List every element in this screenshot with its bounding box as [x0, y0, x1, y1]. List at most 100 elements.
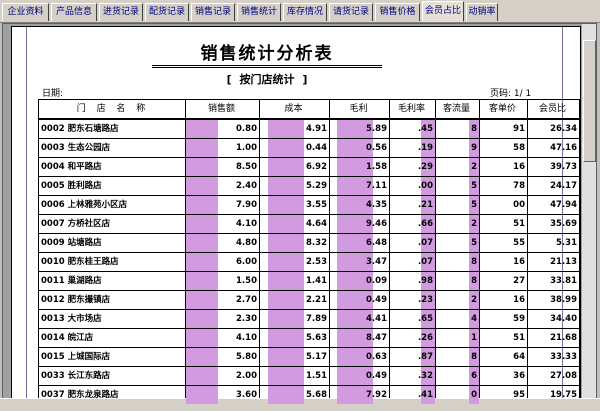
report-preview-area[interactable]: 销售统计分析表 [ 按门店统计 ] 日期: 页码: 1/ 1 门 店 名 称销售… — [2, 23, 597, 410]
table-row[interactable]: 0011 巢湖路店 1.50 1.41 0.09 .98 8 27 33.81 — [39, 272, 579, 291]
cell-member-ratio: 33.81 — [528, 272, 579, 290]
tab-product-info[interactable]: 产品信息 — [51, 3, 97, 21]
cell-gross-margin: .21 — [390, 196, 436, 214]
cell-value: 0014 皖江店 — [41, 333, 94, 343]
cell-value: 5.80 — [236, 352, 257, 362]
cell-gross-profit: 0.09 — [330, 272, 390, 290]
header-cost: 成本 — [260, 100, 330, 118]
cell-cost: 4.91 — [260, 120, 330, 138]
cell-sales-amount: 2.70 — [186, 291, 260, 309]
scrollbar-thumb[interactable] — [583, 40, 596, 162]
tab-distribution-records[interactable]: 配货记录 — [145, 3, 189, 21]
table-row[interactable]: 0009 站塘路店 4.80 8.32 6.48.07 5 55 5.31 — [39, 234, 579, 253]
tab-member-ratio[interactable]: 会员占比 — [422, 1, 464, 22]
cell-value: 0003 生态公园店 — [41, 143, 111, 153]
cell-value: 24.17 — [550, 181, 577, 191]
cell-gross-margin: .07 — [390, 253, 436, 271]
highlight-band — [186, 234, 218, 252]
cell-sales-amount: 1.50 — [186, 272, 260, 290]
tab-purchase-records[interactable]: 进货记录 — [99, 3, 143, 21]
header-gross-profit: 毛利 — [330, 100, 390, 118]
cell-member-ratio: 47.16 — [528, 139, 579, 157]
cell-cost: 5.63 — [260, 329, 330, 347]
report-sheet: 销售统计分析表 [ 按门店统计 ] 日期: 页码: 1/ 1 门 店 名 称销售… — [11, 26, 581, 409]
cell-cost: 5.29 — [260, 177, 330, 195]
cell-value: 4.35 — [366, 200, 387, 210]
header-avg-ticket: 客单价 — [480, 100, 528, 118]
cell-value: 7.90 — [236, 200, 257, 210]
highlight-band — [186, 120, 218, 138]
highlight-band — [186, 158, 218, 176]
cell-value: 7.92 — [366, 390, 387, 400]
cell-member-ratio: 33.33 — [528, 348, 579, 366]
cell-traffic: 8 — [436, 120, 480, 138]
cell-value: 2 — [471, 162, 477, 172]
cell-value: 9 — [471, 143, 477, 153]
tab-request-records[interactable]: 请货记录 — [329, 3, 373, 21]
highlight-band — [268, 386, 304, 404]
table-row[interactable]: 0033 长江东路店 2.00 1.51 0.49 .32 6 36 27.08 — [39, 367, 579, 386]
table-row[interactable]: 0005 胜利路店 2.40 5.29 7.11 .00 5 78 24.17 — [39, 177, 579, 196]
tab-sales-records[interactable]: 销售记录 — [191, 3, 235, 21]
cell-gross-margin: .32 — [390, 367, 436, 385]
cell-value: 2.00 — [236, 371, 257, 381]
cell-sales-amount: 7.90 — [186, 196, 260, 214]
cell-gross-profit: 5.89 — [330, 120, 390, 138]
cell-sales-amount: 6.00 — [186, 253, 260, 271]
title-underline — [152, 65, 382, 66]
cell-store-name: 0009 站塘路店 — [39, 234, 186, 252]
cell-traffic: 2 — [436, 158, 480, 176]
highlight-band — [268, 329, 304, 347]
cell-value: 4.41 — [366, 314, 387, 324]
cell-value: 1.58 — [366, 162, 387, 172]
cell-avg-ticket: 27 — [480, 272, 528, 290]
vertical-scrollbar[interactable] — [581, 24, 596, 409]
page-number-label: 页码: 1/ 1 — [490, 89, 532, 99]
cell-value: 6.48 — [366, 238, 387, 248]
table-row[interactable]: 0007 方桥社区店 4.10 4.64 9.46 .66 2 51 35.69 — [39, 215, 579, 234]
cell-value: 5.29 — [306, 181, 327, 191]
tab-inventory[interactable]: 库存情况 — [283, 3, 327, 21]
tab-sales-statistics[interactable]: 销售统计 — [237, 3, 281, 21]
cell-value: 39.73 — [550, 162, 577, 172]
cell-gross-margin: .98 — [390, 272, 436, 290]
cell-gross-profit: 4.35 — [330, 196, 390, 214]
tab-sales-price[interactable]: 销售价格 — [375, 3, 420, 21]
highlight-band — [186, 348, 218, 366]
cell-value: 21.13 — [550, 257, 577, 267]
cell-value: 8.32 — [306, 238, 327, 248]
cell-value: .66 — [417, 219, 433, 229]
table-row[interactable]: 0003 生态公园店 1.00 0.44 0.56 .19 9 58 47.16 — [39, 139, 579, 158]
cell-avg-ticket: 16 — [480, 253, 528, 271]
cell-gross-margin: .29 — [390, 158, 436, 176]
report-title: 销售统计分析表 — [200, 44, 334, 64]
header-sales-amount: 销售额 — [186, 100, 260, 118]
table-row[interactable]: 0015 上城国际店 5.80 5.17 0.63 .87 8 64 33.33 — [39, 348, 579, 367]
cell-gross-profit: 7.11 — [330, 177, 390, 195]
highlight-band — [186, 177, 218, 195]
table-row[interactable]: 0014 皖江店 4.10 5.63 8.47 .26 1 51 21.68 — [39, 329, 579, 348]
highlight-band — [186, 272, 218, 290]
cell-sales-amount: 4.10 — [186, 329, 260, 347]
table-row[interactable]: 0002 肥东石塘路店 0.80 4.91 5.89 .45 8 91 26.34 — [39, 120, 579, 139]
tab-company-info[interactable]: 企业资料 — [2, 3, 49, 21]
cell-sales-amount: 2.00 — [186, 367, 260, 385]
table-row[interactable]: 0006 上林雅苑小区店 7.90 3.55 4.35 .21 5 00 47.94 — [39, 196, 579, 215]
tab-sell-through-rate[interactable]: 动销率 — [466, 3, 498, 21]
highlight-band — [268, 139, 304, 157]
cell-avg-ticket: 55 — [480, 234, 528, 252]
cell-value: 0009 站塘路店 — [41, 238, 102, 248]
table-row[interactable]: 0013 大市场店 2.30 7.89 4.41 .65 4 59 34.40 — [39, 310, 579, 329]
highlight-band — [268, 367, 304, 385]
cell-value: 5 — [471, 181, 477, 191]
cell-cost: 8.32 — [260, 234, 330, 252]
table-row[interactable]: 0012 肥东撮镇店 2.70 2.21 0.49 .23 2 16 38.99 — [39, 291, 579, 310]
cell-store-name: 0011 巢湖路店 — [39, 272, 186, 290]
report-subtitle: [ 按门店统计 ] — [226, 73, 308, 86]
cell-value: 58 — [513, 143, 525, 153]
table-row[interactable]: 0004 和平路店 8.50 6.92 1.58 .29 2 16 39.73 — [39, 158, 579, 177]
table-row[interactable]: 0010 肥东桂王路店 6.00 2.53 3.47 .07 8 16 21.13 — [39, 253, 579, 272]
cell-value: 5 — [471, 200, 477, 210]
highlight-band — [186, 196, 218, 214]
cell-avg-ticket: 78 — [480, 177, 528, 195]
